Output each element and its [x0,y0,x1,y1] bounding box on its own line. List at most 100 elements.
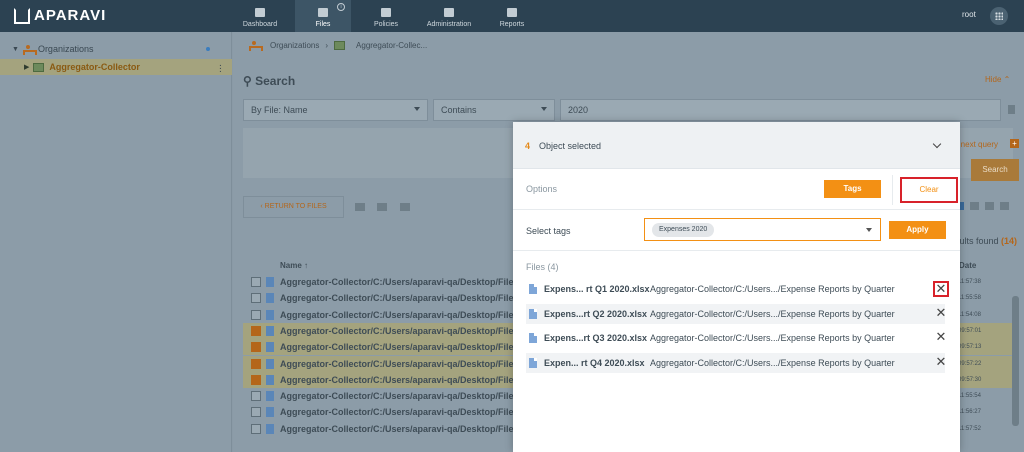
chevron-down-icon[interactable]: ▼ [12,46,19,53]
nav-label: Administration [426,21,472,28]
tree-item-label: Aggregator-Collector [49,62,140,72]
row-time: 11:54:08 [958,311,981,318]
search-operator-select[interactable]: Contains [433,99,555,121]
dialog-header[interactable]: 4 Object selected [513,122,960,169]
row-checkbox[interactable] [251,374,261,385]
file-path: Aggregator-Collector/C:/Users.../Expense… [650,333,895,343]
selected-file-row[interactable]: Expens... rt Q1 2020.xlsx Aggregator-Coll… [526,279,945,299]
file-icon [266,358,274,369]
remove-file-close-icon[interactable]: ✕ [933,354,949,371]
file-name: Expens... rt Q1 2020.xlsx [544,284,650,294]
chevron-right-icon: › [325,41,329,50]
row-time: 11:57:52 [958,425,981,432]
row-time: 11:56:27 [958,409,981,416]
file-path: Aggregator-Collector/C:/Users.../Expense… [650,308,895,319]
row-checkbox[interactable] [251,293,261,304]
breadcrumb-item[interactable]: Organizations [270,41,319,50]
tag-select[interactable]: Expenses 2020 [644,218,881,241]
hide-search-link[interactable]: Hide ⌃ [985,75,1010,84]
search-value-input[interactable]: 2020 [560,99,1001,121]
more-options-icon[interactable]: ... [219,59,222,75]
breadcrumb-item[interactable]: Aggregator-Collec... [356,41,427,50]
column-header-date[interactable]: Date [959,261,976,270]
plus-icon[interactable]: + [1010,139,1019,148]
caret-down-icon [866,228,872,232]
apply-button[interactable]: Apply [889,221,946,239]
nav-dashboard[interactable]: Dashboard [232,0,288,32]
row-path: Aggregator-Collector/C:/Users/aparavi-qa… [280,391,528,402]
file-name: Expens...rt Q2 2020.xlsx [544,308,648,319]
app-name: APARAVI [34,7,107,24]
divider [513,250,960,251]
chevron-right-icon[interactable]: ▶ [24,63,29,71]
file-path: Aggregator-Collector/C:/Users.../Expense… [650,357,895,368]
file-icon [266,423,274,434]
row-time: 11:55:54 [958,393,981,400]
row-checkbox[interactable] [251,407,261,418]
selected-file-row[interactable]: Expen... rt Q4 2020.xlsx Aggregator-Colle… [526,352,945,373]
grid-view-icon[interactable] [985,202,994,210]
row-checkbox[interactable] [251,277,261,287]
object-selected-dialog: 4 Object selected Options Tags Clear Sel… [513,122,960,452]
user-menu[interactable]: root [962,10,976,19]
hide-label: Hide [985,75,1002,84]
file-icon [266,374,274,385]
row-checkbox[interactable] [251,423,261,434]
selected-file-row[interactable]: Expens...rt Q2 2020.xlsx Aggregator-Colle… [526,303,945,324]
row-path: Aggregator-Collector/C:/Users/aparavi-qa… [280,325,528,336]
organization-icon [249,41,263,51]
apps-grid-icon[interactable] [990,7,1008,25]
organization-icon [22,44,37,55]
remove-file-close-icon[interactable]: ✕ [933,281,949,297]
search-title: Search [255,74,296,88]
dashboard-icon [255,8,265,17]
tags-button[interactable]: Tags [824,180,881,198]
row-time: 09:57:01 [958,327,982,334]
nav-administration[interactable]: Administration [421,0,477,32]
row-checkbox[interactable] [251,391,261,402]
remove-file-close-icon[interactable]: ✕ [933,305,949,322]
detail-view-icon[interactable] [970,202,979,210]
row-path: Aggregator-Collector/C:/Users/aparavi-qa… [280,407,528,418]
file-icon [266,309,274,320]
search-button[interactable]: Search [971,159,1019,181]
row-path: Aggregator-Collector/C:/Users/aparavi-qa… [280,342,528,353]
select-tags-label: Select tags [526,226,571,236]
app-logo[interactable]: APARAVI [14,7,106,24]
row-checkbox[interactable] [251,309,261,320]
tree-item-organizations[interactable]: ▼ Organizations [0,41,232,57]
tree-item-aggregator-collector[interactable]: ▶ Aggregator-Collector ... [0,59,232,75]
link-icon[interactable] [377,203,387,211]
nav-label: Dashboard [242,21,278,28]
search-field-select[interactable]: By File: Name [243,99,428,121]
row-checkbox[interactable] [251,358,261,369]
trash-icon[interactable] [1008,105,1015,114]
return-to-files-button[interactable]: ‹ RETURN TO FILES [243,196,344,218]
nav-reports[interactable]: Reports [484,0,540,32]
list-check-icon[interactable] [355,203,365,211]
selected-file-row[interactable]: Expens...rt Q3 2020.xlsx Aggregator-Colle… [526,328,945,348]
add-next-query-link[interactable]: d next query [954,140,998,149]
nav-files[interactable]: i Files [295,0,351,32]
chevron-down-icon[interactable] [932,139,942,149]
row-checkbox[interactable] [251,325,261,336]
dialog-title: Object selected [539,141,602,151]
nav-label: Files [315,21,331,28]
remove-file-close-icon[interactable]: ✕ [933,330,949,346]
download-icon[interactable] [400,203,410,211]
scrollbar[interactable] [1012,296,1019,426]
clear-button[interactable]: Clear [892,175,958,205]
row-checkbox[interactable] [251,342,261,353]
row-path: Aggregator-Collector/C:/Users/aparavi-qa… [280,358,528,369]
column-header-name[interactable]: Name ↑ [280,261,308,270]
row-time: 09:57:13 [958,344,982,351]
row-path: Aggregator-Collector/C:/Users/aparavi-qa… [280,309,528,320]
tile-view-icon[interactable] [1000,202,1009,210]
tag-chip[interactable]: Expenses 2020 [652,223,715,237]
nav-policies[interactable]: Policies [358,0,414,32]
results-count: sults found (14) [955,236,1017,246]
search-value: 2020 [568,105,589,115]
file-path: Aggregator-Collector/C:/Users.../Expense… [650,284,895,294]
collector-icon [33,62,45,72]
caret-down-icon [541,107,547,111]
